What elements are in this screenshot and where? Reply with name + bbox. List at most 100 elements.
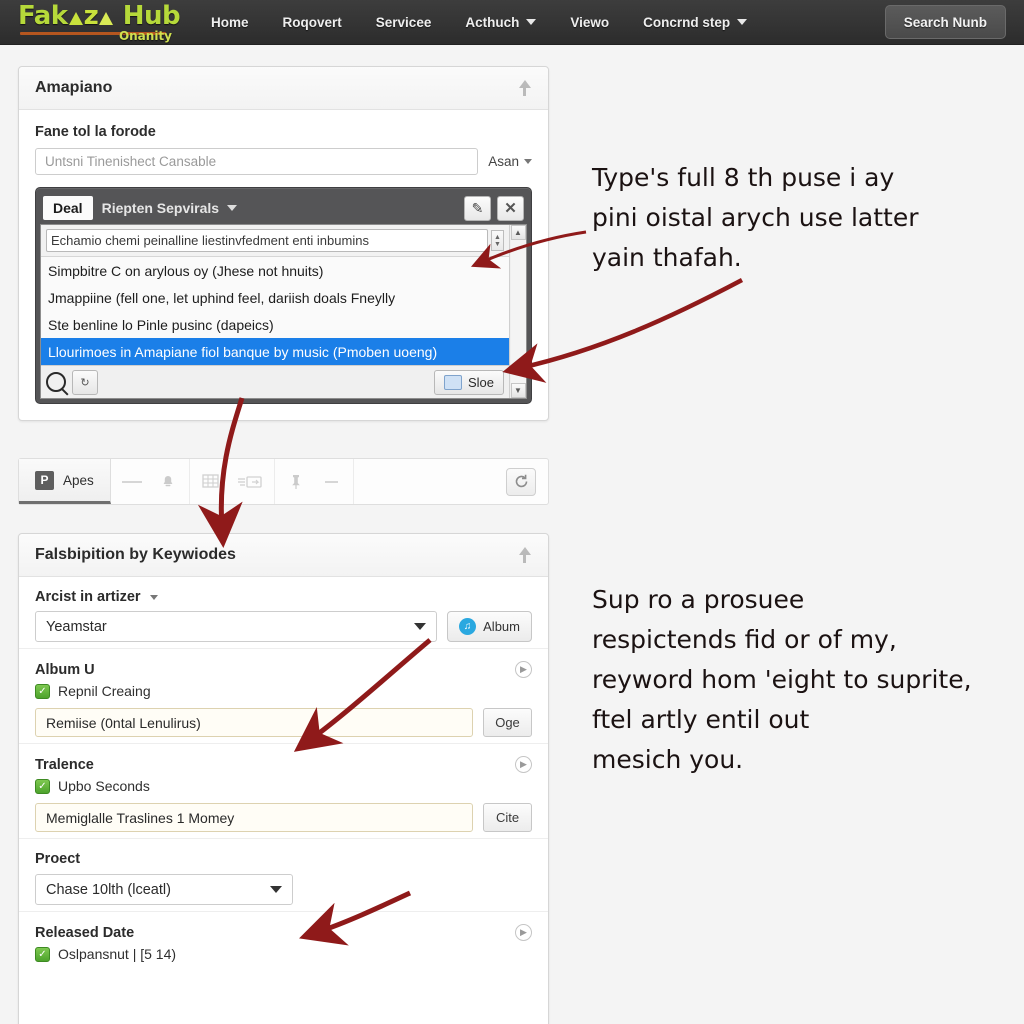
album-icon: ♫ <box>459 618 477 635</box>
pin-icon[interactable] <box>516 547 532 563</box>
album-u-section: Album U ▶ ✓ Repnil Creaing Remiise (0nta… <box>19 648 548 743</box>
nav-item-label: Concrnd step <box>643 14 731 30</box>
nav-item-viewo[interactable]: Viewo <box>553 9 626 36</box>
chevron-down-icon[interactable] <box>227 205 238 211</box>
list-item-selected[interactable]: Llourimoes in Amapiane fiol banque by mu… <box>41 338 509 365</box>
list-search-input[interactable]: Echamio chemi peinalline liestinvfedment… <box>46 229 488 252</box>
arrow-to-selected-row <box>502 278 744 383</box>
checkbox-checked[interactable]: ✓ <box>35 946 50 962</box>
project-section: Proect Chase 10lth (lceatl) <box>19 838 548 911</box>
minus-icon[interactable] <box>321 471 343 493</box>
album-button[interactable]: ♫ Album <box>447 611 532 642</box>
album-u-input[interactable]: Remiise (0ntal Lenulirus) <box>35 708 473 737</box>
album-u-section-head: Album U ▶ <box>35 661 532 678</box>
forode-input[interactable]: Untsni Tinenishect Cansable <box>35 148 479 175</box>
tralence-input[interactable]: Memiglalle Traslines 1 Momey <box>35 803 473 832</box>
released-date-head: Released Date ▶ <box>35 924 532 941</box>
nav-item-label: Roqovert <box>282 14 342 30</box>
annotation-text-top: Type's full 8 th puse i ay pini oistal a… <box>592 163 919 272</box>
nav-item-acthuch[interactable]: Acthuch <box>448 9 553 36</box>
scrollbar-track[interactable] <box>510 240 526 383</box>
checkbox-label: Repnil Creaing <box>58 683 151 699</box>
toolbar-tab-label: Apes <box>63 472 94 488</box>
chevron-down-icon[interactable] <box>149 594 158 600</box>
released-date-checkbox-row: ✓ Oslpansnut | [5 14) <box>35 946 532 962</box>
riepten-list: ▲ ▼ Echamio chemi peinalline liestinvfed… <box>40 224 527 399</box>
dash-icon[interactable] <box>121 471 143 493</box>
artist-label: Arcist in artizer <box>35 589 141 605</box>
list-item[interactable]: Ste benline lo Pinle pusinc (dapeics) <box>41 311 509 338</box>
nav-item-home[interactable]: Home <box>194 9 266 36</box>
brand-word-3: Hub <box>122 0 181 31</box>
bell-icon[interactable] <box>157 471 179 493</box>
brand-word-1: Fak <box>18 0 68 31</box>
scroll-up-icon[interactable]: ▲ <box>510 225 526 240</box>
grid-icon[interactable] <box>200 471 222 493</box>
deal-tab[interactable]: Deal <box>43 196 93 220</box>
chevron-right-icon[interactable]: ▶ <box>515 756 532 773</box>
nav-item-concrnd-step[interactable]: Concrnd step <box>626 9 764 36</box>
annotation-text-bottom: Sup ro a prosuee respictends fid or of m… <box>592 585 972 774</box>
asan-dropdown[interactable]: Asan <box>488 154 532 169</box>
riepten-widget-title: Riepten Sepvirals <box>102 200 458 216</box>
list-item[interactable]: Simpbitre C on arylous oy (Jhese not hnu… <box>41 257 509 284</box>
toolbar-group-3 <box>275 459 354 504</box>
nav-item-label: Viewo <box>570 14 610 30</box>
pin-icon[interactable] <box>285 471 307 493</box>
list-item[interactable]: Jmappiine (fell one, let uphind feel, da… <box>41 284 509 311</box>
slide-icon <box>443 374 462 390</box>
project-select[interactable]: Chase 10lth (lceatl) <box>35 874 293 905</box>
nav-links: Home Roqovert Servicee Acthuch Viewo Con… <box>194 9 764 36</box>
panel-title: Falsbipition by Keywiodes <box>35 546 236 563</box>
checkbox-checked[interactable]: ✓ <box>35 778 50 794</box>
album-u-action-button[interactable]: Oge <box>483 708 532 737</box>
search-button[interactable]: Search Nunb <box>884 5 1006 39</box>
artist-row: Yeamstar ♫ Album <box>35 611 532 642</box>
nav-item-servicee[interactable]: Servicee <box>359 9 449 36</box>
slide-button[interactable]: Sloe <box>433 369 504 395</box>
list-scrollbar[interactable]: ▲ ▼ <box>509 225 526 398</box>
amapiano-panel: Amapiano Fane tol la forode Untsni Tinen… <box>18 66 549 421</box>
brand-word-2: z <box>83 0 99 31</box>
brand-subtitle: Onanity <box>118 28 172 43</box>
refresh-button[interactable] <box>506 467 536 496</box>
toolbar-tab-apes[interactable]: P Apes <box>19 459 111 504</box>
magnifier-icon[interactable] <box>46 372 66 392</box>
scroll-down-icon[interactable]: ▼ <box>510 383 526 398</box>
project-select-value: Chase 10lth (lceatl) <box>46 881 171 898</box>
artist-select-value: Yeamstar <box>46 618 107 635</box>
album-u-input-row: Remiise (0ntal Lenulirus) Oge <box>35 708 532 737</box>
section-title: Tralence <box>35 756 94 773</box>
tralence-checkbox-row: ✓ Upbo Seconds <box>35 778 532 794</box>
riepten-widget-titlebar: Deal Riepten Sepvirals ✎ ✕ <box>40 192 527 224</box>
stepper-icon[interactable]: ▲ ▼ <box>491 230 504 251</box>
chevron-right-icon[interactable]: ▶ <box>515 661 532 678</box>
close-button[interactable]: ✕ <box>497 195 524 221</box>
keyword-filter-header: Falsbipition by Keywiodes <box>19 534 548 577</box>
artist-select[interactable]: Yeamstar <box>35 611 438 642</box>
tralence-action-button[interactable]: Cite <box>483 803 532 832</box>
close-icon: ✕ <box>504 200 517 217</box>
edit-button[interactable]: ✎ <box>464 195 491 221</box>
artist-section: Arcist in artizer Yeamstar ♫ Album <box>19 577 548 648</box>
pin-icon[interactable] <box>516 80 532 96</box>
caption-icon[interactable] <box>236 471 264 493</box>
slide-button-label: Sloe <box>467 374 494 390</box>
nav-item-roqovert[interactable]: Roqovert <box>266 9 359 36</box>
riepten-widget-title-text: Riepten Sepvirals <box>101 200 220 216</box>
chevron-down-icon <box>414 623 427 630</box>
nav-item-label: Home <box>211 14 249 30</box>
amapiano-panel-body: Fane tol la forode Untsni Tinenishect Ca… <box>19 110 548 420</box>
toolbar-group-2 <box>190 459 275 504</box>
refresh-icon <box>515 474 527 488</box>
chevron-right-icon[interactable]: ▶ <box>515 924 532 941</box>
forode-field-label: Fane tol la forode <box>35 124 156 140</box>
tralence-section-head: Tralence ▶ <box>35 756 532 773</box>
undo-button[interactable]: ↻ <box>72 369 98 395</box>
chevron-down-icon <box>270 886 282 893</box>
brand-triangle-a-icon <box>68 11 83 25</box>
riepten-widget: Deal Riepten Sepvirals ✎ ✕ ▲ ▼ Echamio c… <box>35 187 532 404</box>
site-logo[interactable]: Fak z Hub Onanity <box>0 0 186 45</box>
toolbar-group-1 <box>111 459 190 504</box>
checkbox-checked[interactable]: ✓ <box>35 683 50 699</box>
